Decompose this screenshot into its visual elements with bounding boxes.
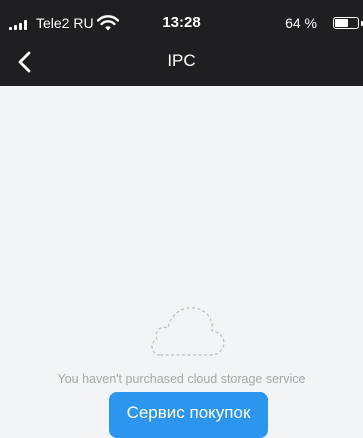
nav-bar: IPC	[0, 40, 363, 86]
battery-icon	[333, 17, 359, 29]
status-bar: Tele2 RU 13:28 64 %	[0, 0, 363, 40]
app-header: Tele2 RU 13:28 64 % IPC	[0, 0, 363, 86]
battery-level-fill	[335, 19, 348, 27]
cloud-outline-icon	[151, 307, 225, 356]
empty-state-message: You haven't purchased cloud storage serv…	[57, 372, 306, 386]
page-title: IPC	[167, 51, 196, 70]
battery-percent: 64 %	[285, 15, 317, 31]
purchase-service-button[interactable]: Сервис покупок	[109, 392, 268, 438]
